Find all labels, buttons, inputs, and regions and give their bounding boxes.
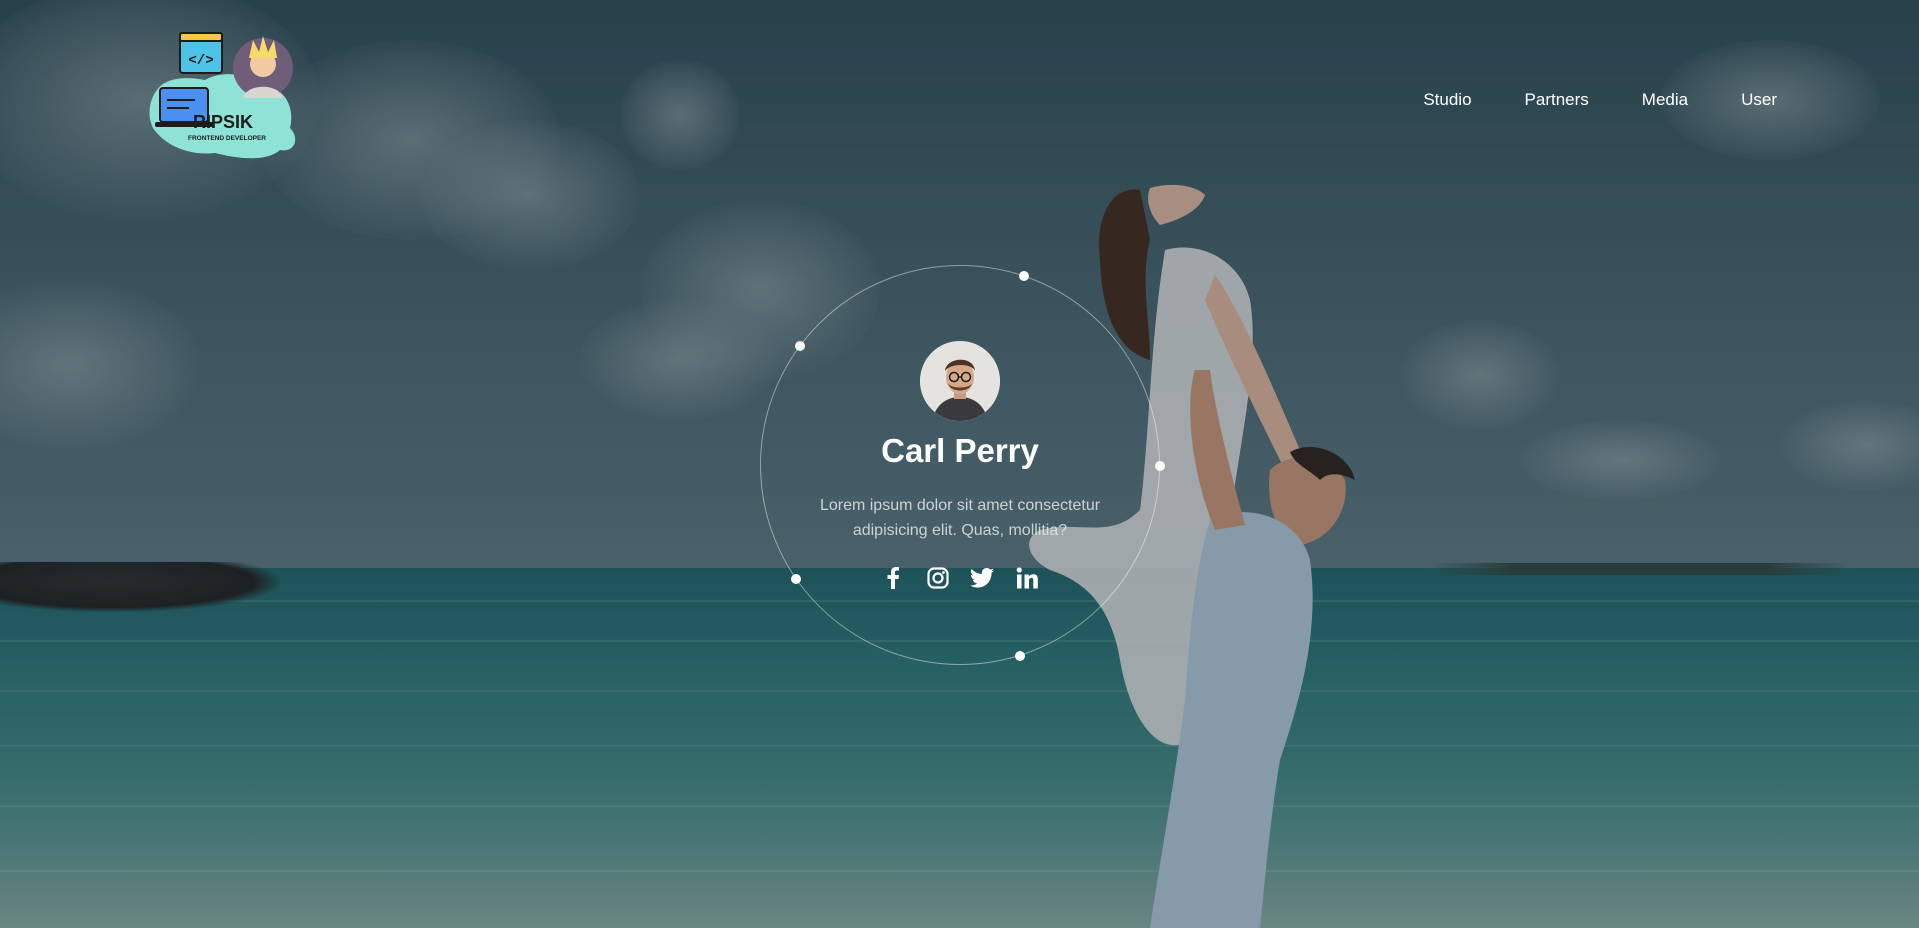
orbit-dot [1019,271,1029,281]
svg-text:RIPSIK: RIPSIK [193,112,253,132]
facebook-link[interactable] [880,565,906,591]
nav-item-studio[interactable]: Studio [1423,90,1471,110]
twitter-icon [970,568,995,588]
nav-item-partners[interactable]: Partners [1525,90,1589,110]
profile-photo [920,341,1000,421]
social-links [880,565,1040,591]
twitter-link[interactable] [969,565,995,591]
orbit-dot [795,341,805,351]
main-nav: Studio Partners Media User [1370,90,1777,110]
instagram-icon [927,567,949,589]
orbit-dot [1015,651,1025,661]
nav-item-user[interactable]: User [1741,90,1777,110]
profile-bio: Lorem ipsum dolor sit amet consectetur a… [819,497,1101,539]
profile-name: Carl Perry [881,432,1039,469]
avatar [920,341,1000,421]
linkedin-icon [1016,567,1038,589]
brand-logo[interactable]: </> RIPSIK FRONTEND DEVELOPER [145,28,305,168]
svg-text:</>: </> [188,53,213,69]
linkedin-link[interactable] [1014,565,1040,591]
nav-item-media[interactable]: Media [1642,90,1688,110]
svg-text:FRONTEND DEVELOPER: FRONTEND DEVELOPER [188,135,266,142]
code-icon: </> RIPSIK FRONTEND DEVELOPER [149,32,296,159]
facebook-icon [887,567,899,589]
instagram-link[interactable] [925,565,951,591]
orbit-dot [791,574,801,584]
